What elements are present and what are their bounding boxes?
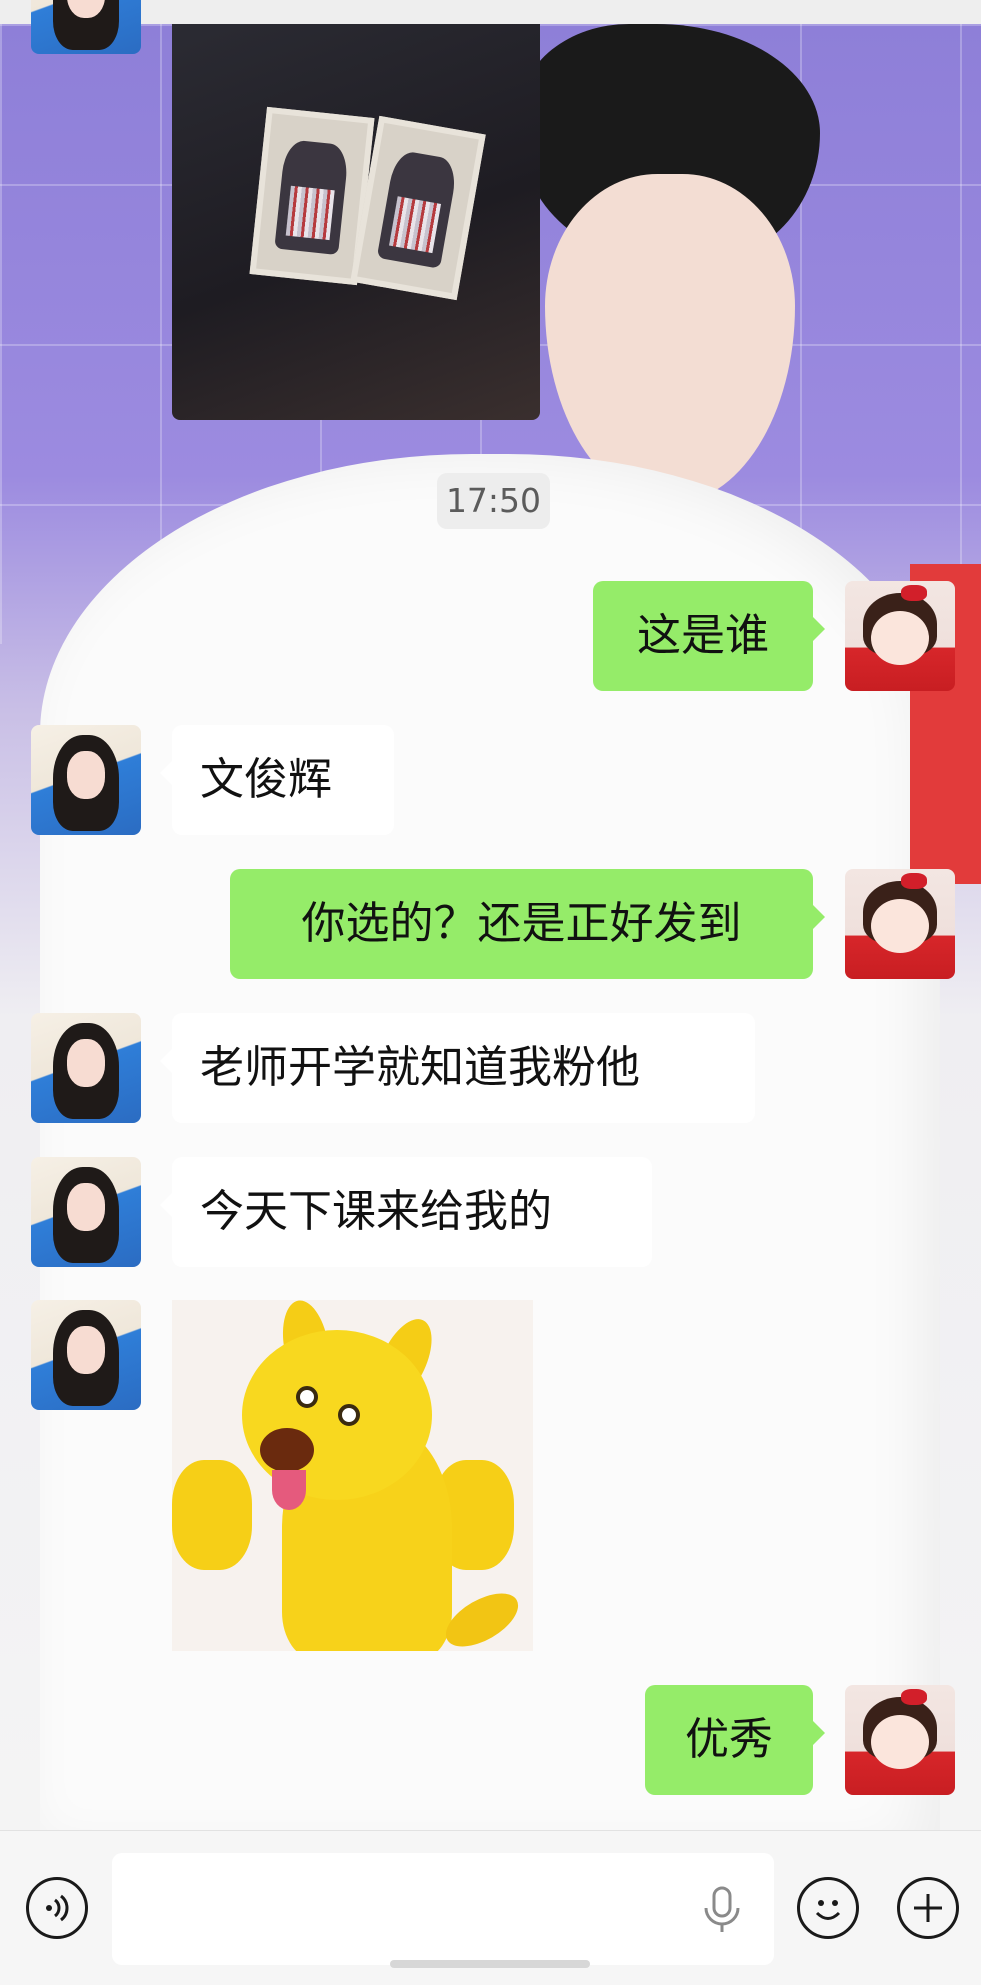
emoji-button[interactable] [797, 1877, 859, 1939]
my-avatar[interactable] [845, 1685, 955, 1795]
incoming-message-bubble[interactable]: 今天下课来给我的 [160, 1157, 652, 1267]
contact-avatar[interactable] [31, 1157, 141, 1267]
voice-toggle-button[interactable] [26, 1877, 88, 1939]
message-timestamp: 17:50 [437, 473, 550, 529]
contact-avatar[interactable] [31, 1300, 141, 1410]
contact-avatar[interactable] [31, 725, 141, 835]
sticker-head [242, 1330, 432, 1500]
message-input[interactable] [112, 1853, 774, 1965]
plus-button[interactable] [897, 1877, 959, 1939]
my-avatar[interactable] [845, 869, 955, 979]
incoming-message-bubble[interactable]: 老师开学就知道我粉他 [160, 1013, 755, 1123]
sticker-tongue [272, 1470, 306, 1510]
contact-avatar[interactable] [31, 1013, 141, 1123]
emoji-icon [815, 1900, 841, 1920]
plus-icon [914, 1894, 942, 1922]
top-status-strip [0, 0, 981, 24]
voice-toggle-icon [46, 1894, 69, 1922]
sticker-nose [260, 1428, 314, 1472]
sticker-eye [296, 1386, 318, 1408]
incoming-message-bubble[interactable]: 文俊辉 [160, 725, 394, 835]
sticker-eye [338, 1404, 360, 1426]
photo-message[interactable] [172, 24, 540, 420]
outgoing-message-bubble[interactable]: 这是谁 [593, 581, 825, 691]
my-avatar[interactable] [845, 581, 955, 691]
sticker-hand-left [172, 1460, 252, 1570]
home-indicator[interactable] [390, 1960, 590, 1968]
outgoing-message-bubble[interactable]: 你选的？还是正好发到 [230, 869, 825, 979]
sticker-message[interactable] [172, 1300, 533, 1651]
contact-avatar[interactable] [31, 0, 141, 54]
microphone-icon[interactable] [700, 1886, 744, 1934]
outgoing-message-bubble[interactable]: 优秀 [645, 1685, 825, 1795]
